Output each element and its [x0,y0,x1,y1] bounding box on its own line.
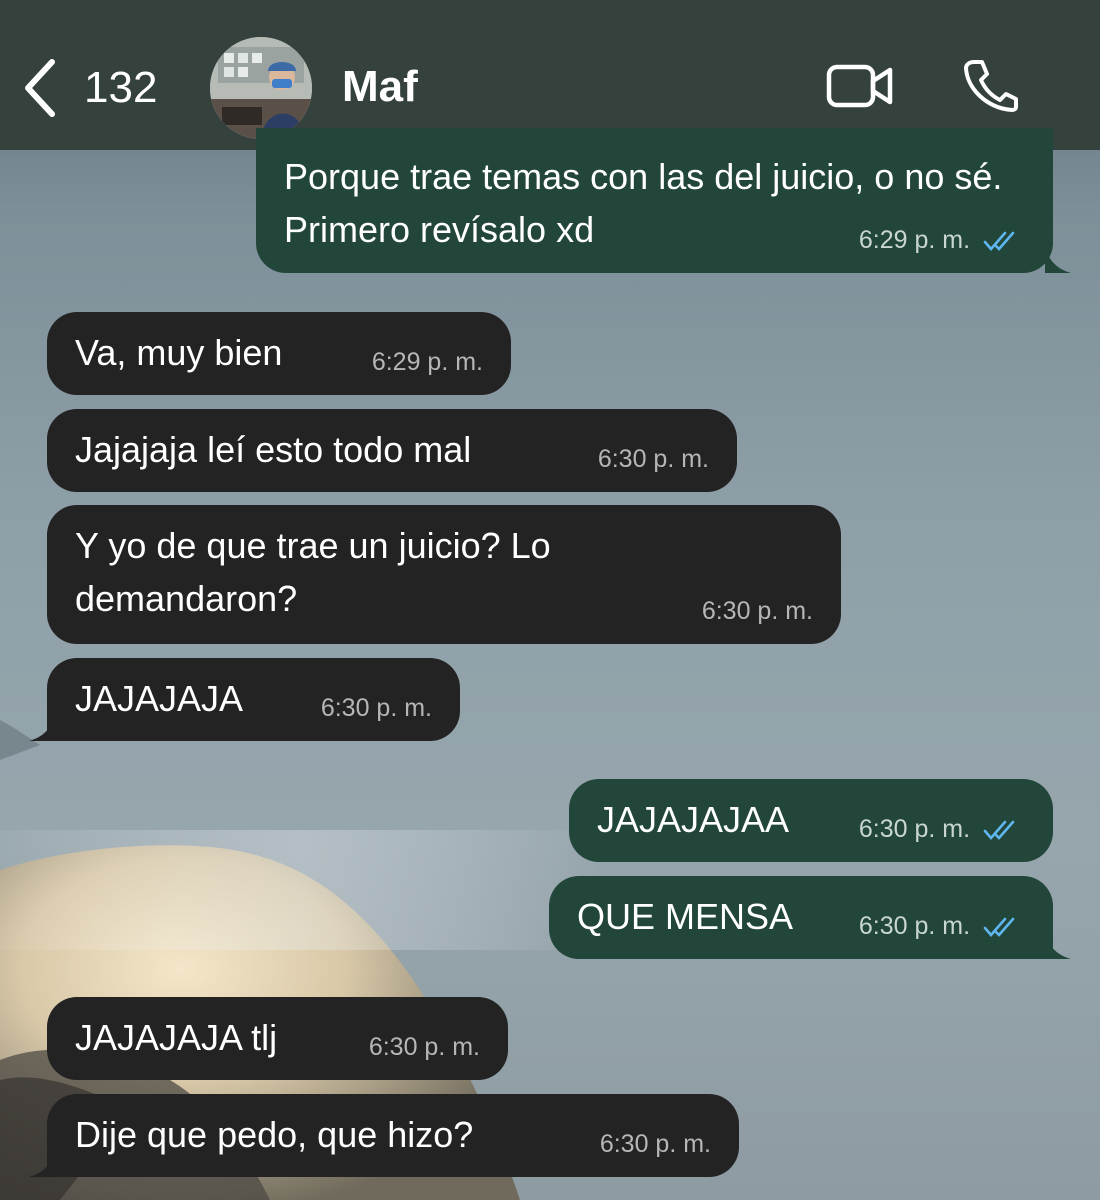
message-time: 6:29 p. m. [858,226,971,254]
message-bubble-outgoing[interactable]: QUE MENSA 6:30 p. m. [549,876,1071,959]
message-time: 6:30 p. m. [701,597,813,625]
message-time: 6:30 p. m. [368,1033,480,1061]
message-text: Dije que pedo, que hizo? [75,1114,474,1155]
message-bubble-incoming[interactable]: JAJAJAJA 6:30 p. m. [29,658,460,741]
message-bubble-incoming[interactable]: Dije que pedo, que hizo? 6:30 p. m. [29,1094,739,1177]
message-bubble-incoming[interactable]: JAJAJAJA tlj 6:30 p. m. [47,997,508,1080]
video-camera-icon [826,64,893,108]
message-bubble-outgoing[interactable]: Porque trae temas con las del juicio, o … [256,128,1071,273]
double-check-icon [983,232,1015,252]
chevron-left-icon [25,59,55,117]
message-text: QUE MENSA [577,896,794,937]
message-meta: 6:29 p. m. [859,225,1019,255]
voice-call-button[interactable] [962,58,1020,117]
contact-avatar[interactable] [210,37,312,139]
message-bubble-incoming[interactable]: Y yo de que trae un juicio? Lo demandaro… [47,505,841,644]
phone-icon [964,60,1018,112]
message-meta: 6:30 p. m. [859,814,1019,844]
avatar-photo [210,37,312,139]
bubble-tail [1045,247,1071,273]
bubble-tail [1045,933,1071,959]
message-time: 6:29 p. m. [371,348,483,376]
message-text: JAJAJAJAA [597,799,790,840]
message-time: 6:30 p. m. [858,912,971,940]
bubble-tail [29,715,55,741]
unread-count: 132 [84,63,158,112]
message-time: 6:30 p. m. [597,445,709,473]
message-time: 6:30 p. m. [320,694,432,722]
message-bubble-outgoing[interactable]: JAJAJAJAA 6:30 p. m. [569,779,1053,862]
message-text: Y yo de que trae un juicio? Lo demandaro… [75,525,551,619]
double-check-icon [983,918,1015,938]
message-time: 6:30 p. m. [599,1130,711,1158]
message-meta: 6:30 p. m. [859,911,1019,941]
message-text: JAJAJAJA [75,678,244,719]
message-text: Va, muy bien [75,332,283,373]
message-bubble-incoming[interactable]: Va, muy bien 6:29 p. m. [47,312,511,395]
double-check-icon [983,821,1015,841]
contact-name[interactable]: Maf [342,62,418,112]
video-call-button[interactable] [826,64,894,113]
message-bubble-incoming[interactable]: Jajajaja leí esto todo mal 6:30 p. m. [47,409,737,492]
back-button[interactable]: 132 [22,58,157,118]
message-time: 6:30 p. m. [858,815,971,843]
message-text: Jajajaja leí esto todo mal [75,429,472,470]
message-text: JAJAJAJA tlj [75,1017,278,1058]
bubble-tail [29,1151,55,1177]
